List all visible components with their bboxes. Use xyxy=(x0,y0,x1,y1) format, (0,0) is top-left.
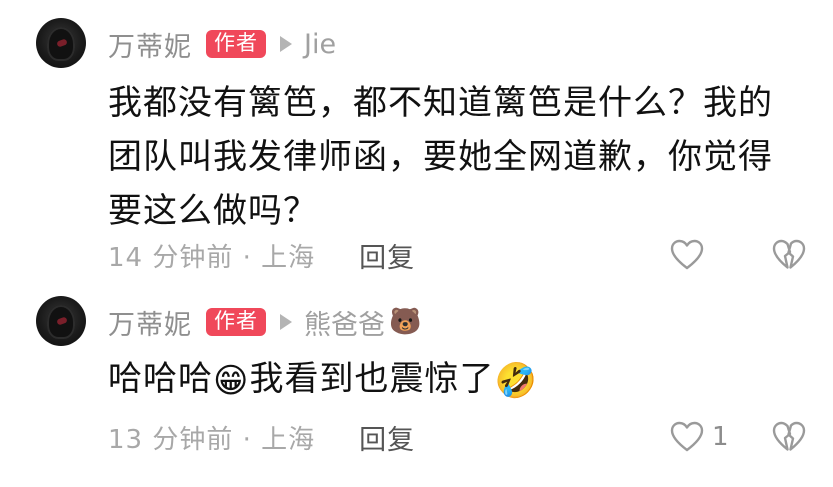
grinning-emoji-icon: 😁 xyxy=(213,360,250,401)
username[interactable]: 万蒂妮 xyxy=(108,25,192,64)
comment-text: 哈哈哈😁我看到也震惊了🤣 xyxy=(108,352,798,408)
reply-target-name[interactable]: 熊爸爸 xyxy=(304,303,385,342)
username[interactable]: 万蒂妮 xyxy=(108,303,192,342)
dislike-button[interactable] xyxy=(772,238,806,272)
heart-icon xyxy=(670,421,704,452)
reply-target-name[interactable]: Jie xyxy=(304,29,336,60)
comment-meta: 14 分钟前 · 上海 回复 xyxy=(108,236,415,275)
reply-arrow-icon xyxy=(280,36,292,52)
avatar[interactable] xyxy=(36,18,86,68)
bear-emoji-icon: 🐻 xyxy=(389,307,422,337)
heart-icon xyxy=(670,239,704,270)
author-badge: 作者 xyxy=(206,308,266,336)
reply-arrow-icon xyxy=(280,314,292,330)
rofl-emoji-icon: 🤣 xyxy=(494,360,538,401)
author-badge: 作者 xyxy=(206,30,266,58)
like-button[interactable]: 1 xyxy=(670,420,729,454)
comment-header: 万蒂妮 作者 熊爸爸 🐻 xyxy=(108,303,422,342)
time-location: 14 分钟前 · 上海 xyxy=(108,242,316,273)
broken-heart-icon xyxy=(772,239,806,269)
like-count: 1 xyxy=(712,422,729,452)
comment-header: 万蒂妮 作者 Jie xyxy=(108,25,336,64)
comment-text-part: 我看到也震惊了 xyxy=(249,359,495,399)
comment-meta: 13 分钟前 · 上海 回复 xyxy=(108,418,415,457)
broken-heart-icon xyxy=(772,421,806,451)
reply-button[interactable]: 回复 xyxy=(359,236,415,275)
dislike-button[interactable] xyxy=(772,420,806,454)
comment-text-part: 哈哈哈 xyxy=(108,359,213,399)
comment-text: 我都没有篱笆，都不知道篱笆是什么？我的团队叫我发律师函，要她全网道歉，你觉得要这… xyxy=(108,83,773,231)
reply-button[interactable]: 回复 xyxy=(359,418,415,457)
like-button[interactable] xyxy=(670,238,712,272)
avatar[interactable] xyxy=(36,296,86,346)
time-location: 13 分钟前 · 上海 xyxy=(108,424,316,455)
